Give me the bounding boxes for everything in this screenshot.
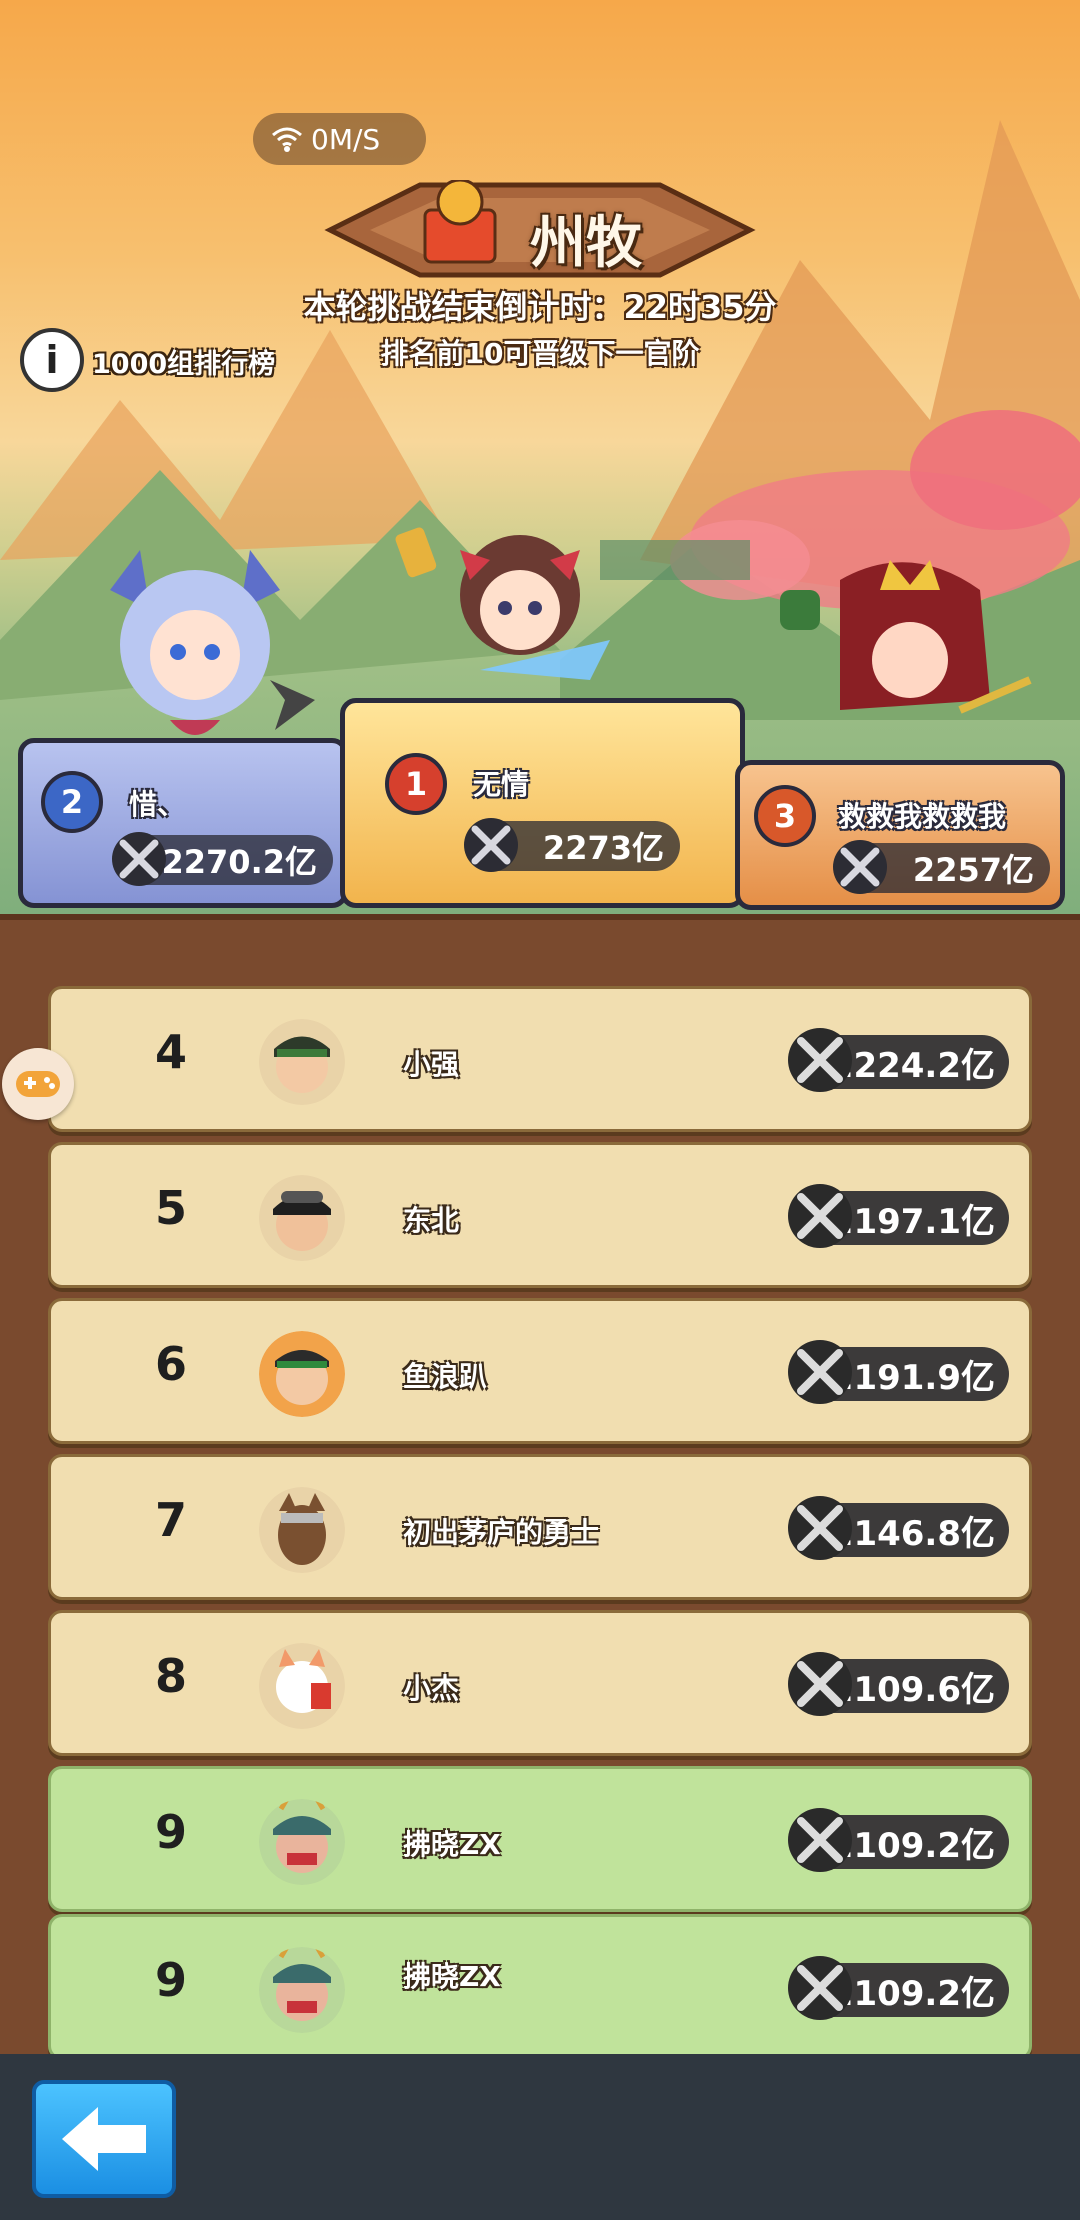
crossed-swords-icon	[788, 1956, 852, 2020]
podium-second-power-value: 2270.2亿	[161, 843, 318, 881]
crossed-swords-icon	[788, 1652, 852, 1716]
bottom-bar	[0, 2054, 1080, 2220]
crossed-swords-icon	[464, 818, 518, 872]
row-power-value: 2197.1亿	[829, 1201, 995, 1242]
avatar	[259, 1643, 345, 1729]
row-rank: 7	[154, 1493, 187, 1547]
crossed-swords-icon	[112, 832, 166, 886]
rank-badge-first: 1	[385, 753, 447, 815]
podium-first-name: 无情	[473, 768, 530, 801]
podium-third-place[interactable]: 3 救救我救救我 2257亿	[735, 760, 1065, 910]
back-button[interactable]	[32, 2080, 176, 2198]
leaderboard-row-self[interactable]: 9 拂晓ZX 2109.2亿	[48, 1914, 1032, 2060]
back-arrow-icon	[62, 2107, 146, 2171]
row-player-name: 拂晓ZX	[403, 1828, 501, 1861]
podium-second-name: 惜、	[129, 788, 186, 821]
row-power-value: 2146.8亿	[829, 1513, 995, 1554]
podium-first-place[interactable]: 1 无情 2273亿	[340, 698, 745, 908]
arena-background: 0M/S 州牧 本轮挑战结束倒计时：22时35分 排名前10可晋级下一官阶 i …	[0, 0, 1080, 920]
row-rank: 8	[154, 1649, 187, 1703]
podium-third-name: 救救我救救我	[838, 800, 1007, 833]
crossed-swords-icon	[833, 840, 887, 894]
gamepad-icon[interactable]	[2, 1048, 74, 1120]
crossed-swords-icon	[788, 1184, 852, 1248]
row-player-name: 鱼浪趴	[403, 1360, 488, 1393]
row-power-value: 2109.2亿	[829, 1825, 995, 1866]
row-power-value: 2224.2亿	[829, 1045, 995, 1086]
row-rank: 9	[154, 1953, 187, 2007]
wifi-icon	[272, 127, 302, 152]
crossed-swords-icon	[788, 1028, 852, 1092]
avatar	[259, 1175, 345, 1261]
podium-first-power-value: 2273亿	[542, 829, 664, 867]
row-power-value: 2109.2亿	[829, 1973, 995, 2014]
leaderboard-row-highlighted[interactable]: 9 拂晓ZX 2109.2亿	[48, 1766, 1032, 1912]
avatar	[259, 1947, 345, 2033]
avatar	[259, 1331, 345, 1417]
leaderboard-row[interactable]: 5 东北 2197.1亿	[48, 1142, 1032, 1288]
character-second-place	[110, 550, 315, 735]
character-third-place	[780, 560, 1032, 714]
avatar	[259, 1019, 345, 1105]
leaderboard-row[interactable]: 7 初出茅庐的勇士 2146.8亿	[48, 1454, 1032, 1600]
row-rank: 4	[154, 1025, 187, 1079]
row-player-name: 东北	[403, 1204, 460, 1237]
network-speed-text: 0M/S	[311, 122, 381, 156]
avatar	[259, 1487, 345, 1573]
crossed-swords-icon	[788, 1808, 852, 1872]
row-rank: 5	[154, 1181, 187, 1235]
network-speed-indicator: 0M/S	[253, 113, 426, 165]
row-player-name: 小杰	[403, 1672, 460, 1705]
row-player-name: 初出茅庐的勇士	[403, 1516, 600, 1549]
crossed-swords-icon	[788, 1496, 852, 1560]
row-player-name: 拂晓ZX	[403, 1960, 501, 1993]
rank-badge-second: 2	[41, 771, 103, 833]
avatar	[259, 1799, 345, 1885]
info-icon[interactable]: i	[20, 328, 84, 392]
gamepad-glyph	[16, 1071, 60, 1097]
podium-second-place[interactable]: 2 惜、 2270.2亿	[18, 738, 348, 908]
leaderboard-row[interactable]: 4 小强 2224.2亿	[48, 986, 1032, 1132]
podium-third-power-value: 2257亿	[912, 851, 1034, 889]
row-power-value: 2109.6亿	[829, 1669, 995, 1710]
leaderboard-row[interactable]: 8 小杰 2109.6亿	[48, 1610, 1032, 1756]
row-rank: 9	[154, 1805, 187, 1859]
row-rank: 6	[154, 1337, 187, 1391]
rank-badge-third: 3	[754, 785, 816, 847]
group-leaderboard-label: 1000组排行榜	[92, 349, 276, 380]
leaderboard-list[interactable]: 4 小强 2224.2亿 5 东北 2197.1亿 6 鱼浪趴 2191.9亿	[0, 914, 1080, 2060]
crossed-swords-icon	[788, 1340, 852, 1404]
row-power-value: 2191.9亿	[829, 1357, 995, 1398]
leaderboard-row[interactable]: 6 鱼浪趴 2191.9亿	[48, 1298, 1032, 1444]
round-countdown: 本轮挑战结束倒计时：22时35分	[303, 288, 777, 326]
row-player-name: 小强	[403, 1048, 460, 1081]
rank-title: 州牧	[530, 211, 642, 276]
